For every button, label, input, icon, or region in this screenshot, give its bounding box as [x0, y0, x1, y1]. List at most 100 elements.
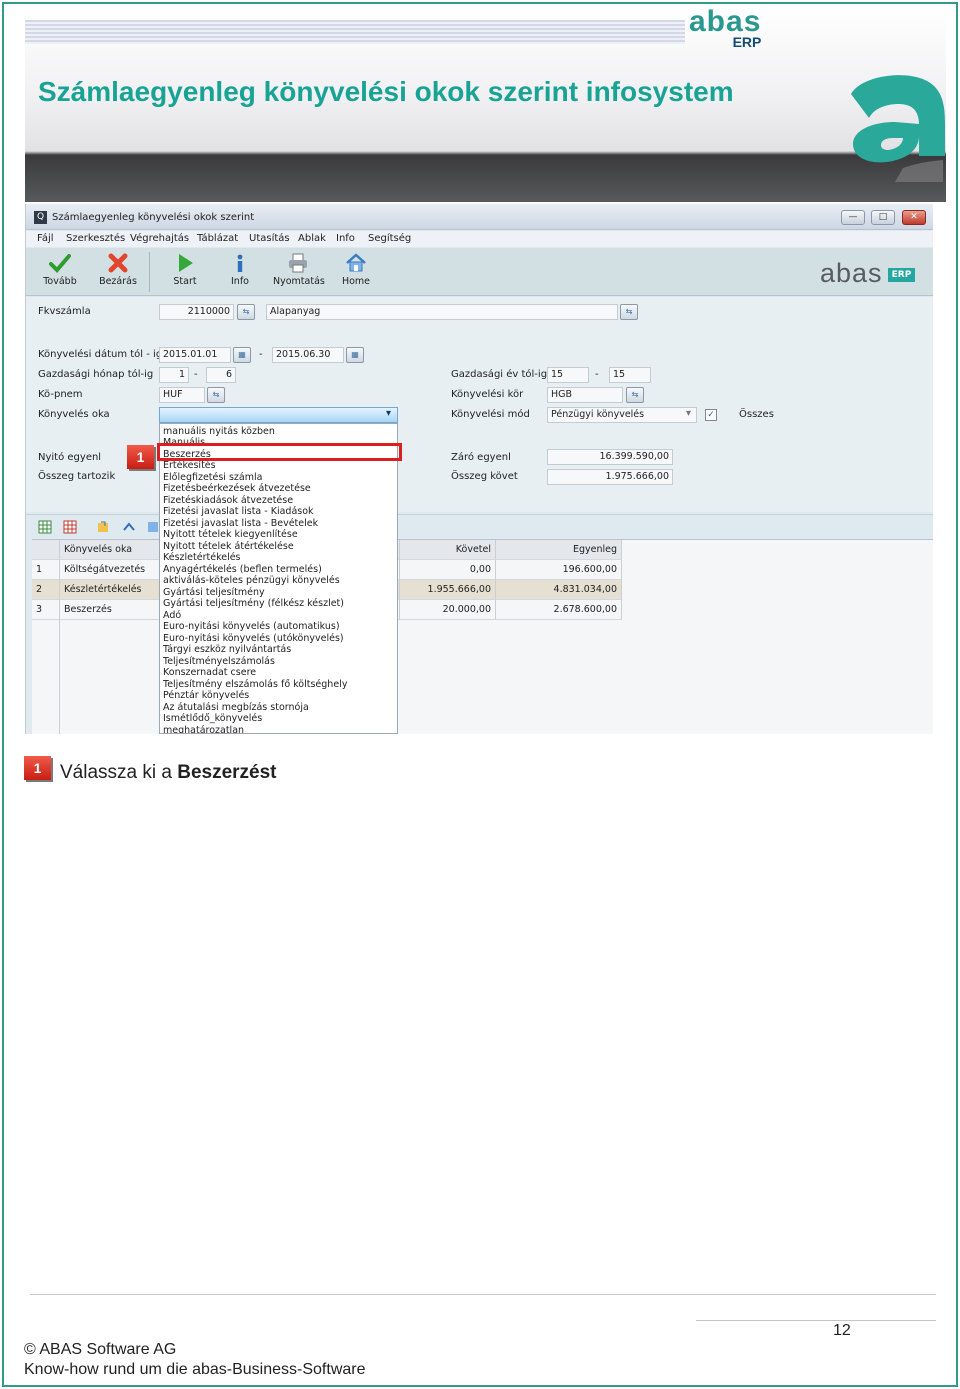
start-button[interactable]: Start [171, 252, 199, 287]
date-to-calendar-button[interactable]: ▦ [346, 347, 364, 363]
dropdown-option[interactable]: Euro-nyitási könyvelés (automatikus) [163, 621, 340, 633]
table-arrow-icon[interactable] [122, 520, 136, 534]
all-checkbox[interactable]: ✓ [705, 409, 717, 421]
posting-circle-label: Könyvelési kör [451, 389, 524, 400]
posting-circle-input[interactable]: HGB [547, 387, 623, 403]
info-label: Info [231, 276, 249, 287]
posting-circle-lookup-button[interactable]: ⇆ [626, 387, 644, 403]
fiscal-year-label: Gazdasági év tól-ig [451, 369, 548, 380]
dropdown-option[interactable]: Értékesítés [163, 460, 216, 472]
menu-utasitas[interactable]: Utasítás [249, 233, 290, 244]
toolbar-separator [149, 252, 150, 292]
dropdown-option[interactable]: meghatározatlan [163, 725, 244, 733]
currency-input[interactable]: HUF [159, 387, 205, 403]
menu-segitseg[interactable]: Segítség [368, 233, 411, 244]
reason-label: Könyvelés oka [38, 409, 110, 420]
dropdown-option[interactable]: Nyitott tételek kiegyenlítése [163, 529, 298, 541]
fkvszamla-lookup-button[interactable]: ⇆ [237, 304, 255, 320]
date-from-calendar-button[interactable]: ▦ [233, 347, 251, 363]
month-from-input[interactable]: 1 [159, 367, 189, 383]
dropdown-option[interactable]: Konszernadat csere [163, 667, 256, 679]
menu-info[interactable]: Info [336, 233, 355, 244]
menu-tablazat[interactable]: Táblázat [197, 233, 238, 244]
posting-mode-arrow-icon[interactable]: ▾ [686, 408, 691, 419]
currency-lookup-button[interactable]: ⇆ [207, 387, 225, 403]
printer-icon [289, 253, 307, 273]
date-dash: - [259, 349, 263, 360]
bezaras-label: Bezárás [99, 276, 137, 287]
menu-ablak[interactable]: Ablak [298, 233, 326, 244]
table-filter-icon[interactable] [146, 520, 160, 534]
start-label: Start [173, 276, 197, 287]
maximize-button[interactable]: □ [871, 210, 895, 225]
grid-row-num: 1 [32, 560, 60, 580]
posting-mode-select[interactable]: Pénzügyi könyvelés [547, 407, 697, 423]
dropdown-option[interactable]: Tárgyi eszköz nyilvántartás [163, 644, 291, 656]
total-credit-field: 1.975.666,00 [547, 469, 673, 485]
menu-szerkesztes[interactable]: Szerkesztés [66, 233, 125, 244]
beszerzes-highlight-box [157, 443, 402, 461]
grid-header-balance[interactable]: Egyenleg [496, 540, 622, 560]
footer-tagline: Know-how rund um die abas-Business-Softw… [24, 1361, 366, 1378]
date-to-input[interactable]: 2015.06.30 [272, 347, 344, 363]
grid-header-credit[interactable]: Követel [400, 540, 496, 560]
opening-balance-label: Nyitó egyenl [38, 452, 102, 463]
fiscal-year-to-input[interactable]: 15 [609, 367, 651, 383]
date-from-input[interactable]: 2015.01.01 [159, 347, 231, 363]
table-row-credit: 20.000,00 [400, 600, 496, 620]
dropdown-option[interactable]: Fizetési javaslat lista - Kiadások [163, 506, 314, 518]
reason-select[interactable] [159, 407, 398, 423]
instruction-prefix: Válassza ki a [60, 762, 172, 783]
menu-bar: Fájl Szerkesztés Végrehajtás Táblázat Ut… [26, 231, 933, 247]
table-delete-icon[interactable] [63, 520, 77, 534]
dropdown-option[interactable]: Gyártási teljesítmény (félkész készlet) [163, 598, 344, 610]
table-row-balance: 196.600,00 [496, 560, 622, 580]
reason-dropdown-arrow-icon[interactable]: ▾ [386, 408, 391, 419]
grid-row-num: 3 [32, 600, 60, 620]
menu-vegrehajtas[interactable]: Végrehajtás [130, 233, 189, 244]
fkvszamla-label: Fkvszámla [38, 306, 91, 317]
menu-fajl[interactable]: Fájl [37, 233, 54, 244]
dropdown-option[interactable]: Ismétlődő_könyvelés [163, 713, 262, 725]
table-row-credit: 1.955.666,00 [400, 580, 496, 600]
grid-header-num [32, 540, 60, 560]
page-number-divider [696, 1320, 936, 1321]
abas-brand-logo: abas ERP [689, 6, 762, 50]
brand-name: abas [689, 6, 762, 38]
table-row-balance: 2.678.600,00 [496, 600, 622, 620]
close-window-button[interactable]: ✕ [902, 210, 926, 225]
abas-erp-logo: abas ERP [820, 258, 916, 289]
home-icon [346, 253, 366, 272]
fkvszamla-input[interactable]: 2110000 [159, 304, 234, 320]
main-toolbar: Tovább Bezárás Start Info Nyomtatás Home… [26, 248, 933, 296]
date-range-label: Könyvelési dátum tól - ig [38, 349, 163, 360]
table-add-icon[interactable] [38, 520, 52, 534]
close-x-icon [108, 253, 128, 273]
tovabb-button[interactable]: Tovább [42, 252, 78, 287]
fkvszamla-name-lookup-button[interactable]: ⇆ [620, 304, 638, 320]
nyomtatas-button[interactable]: Nyomtatás [273, 252, 325, 287]
currency-label: Kö-pnem [38, 389, 83, 400]
footer-copyright: © ABAS Software AG [24, 1341, 177, 1358]
closing-balance-field: 16.399.590,00 [547, 449, 673, 465]
month-to-input[interactable]: 6 [206, 367, 236, 383]
big-a-logo-icon [851, 75, 945, 182]
abas-erp-logo-badge: ERP [887, 268, 916, 282]
footer-divider [30, 1294, 936, 1295]
instruction-bold: Beszerzést [177, 762, 277, 783]
fiscal-year-dash: - [595, 369, 599, 380]
home-button[interactable]: Home [340, 252, 372, 287]
dropdown-option[interactable]: Fizetésbeérkezések átvezetése [163, 483, 311, 495]
fkvszamla-name-field: Alapanyag [266, 304, 618, 320]
minimize-button[interactable]: — [841, 210, 865, 225]
tovabb-label: Tovább [43, 276, 77, 287]
dropdown-option[interactable]: Készletértékelés [163, 552, 241, 564]
dropdown-option[interactable]: aktiválás-köteles pénzügyi könyvelés [163, 575, 340, 587]
table-export-icon[interactable] [96, 520, 110, 534]
page-number: 12 [833, 1322, 851, 1339]
fiscal-year-from-input[interactable]: 15 [547, 367, 589, 383]
dropdown-option[interactable]: Pénztár könyvelés [163, 690, 249, 702]
closing-balance-label: Záró egyenl [451, 452, 511, 463]
info-button[interactable]: Info [228, 252, 252, 287]
bezaras-button[interactable]: Bezárás [98, 252, 138, 287]
